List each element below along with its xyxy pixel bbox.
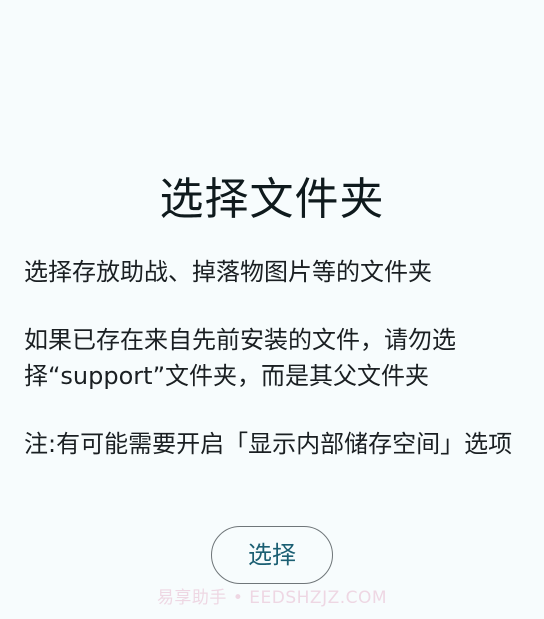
page-title: 选择文件夹 xyxy=(159,174,385,225)
existing-files-note: 如果已存在来自先前安装的文件，请勿选择“support”文件夹，而是其父文件夹 xyxy=(24,326,456,390)
watermark: 易享助手 • EEDSHZJZ.COM xyxy=(156,588,388,608)
select-folder-button[interactable]: 选择 xyxy=(211,526,333,584)
folder-select-screen: 选择文件夹 选择存放助战、掉落物图片等的文件夹 如果已存在来自先前安装的文件，请… xyxy=(0,0,544,619)
description-text: 选择存放助战、掉落物图片等的文件夹 xyxy=(24,258,432,286)
internal-storage-note: 注:有可能需要开启「显示内部储存空间」选项 xyxy=(24,430,513,458)
